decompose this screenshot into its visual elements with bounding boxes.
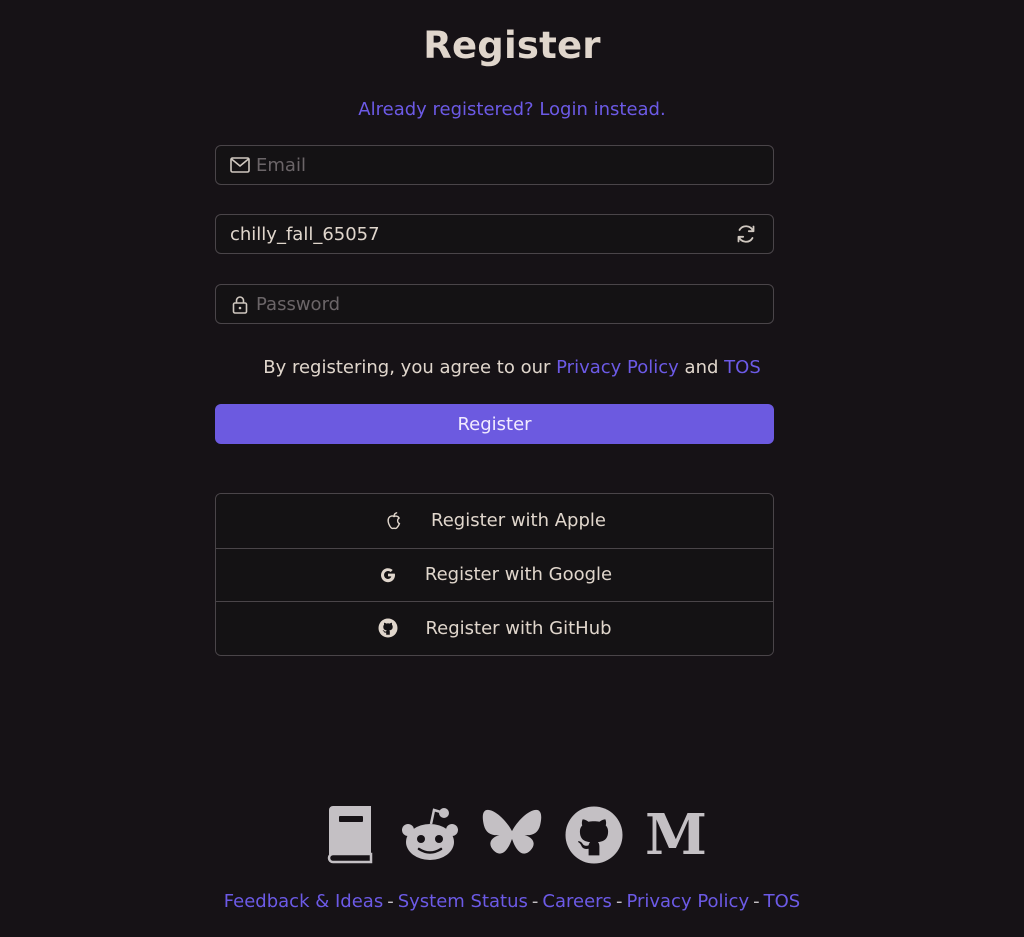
page-title: Register bbox=[423, 24, 601, 67]
github-icon bbox=[377, 617, 399, 639]
password-input[interactable] bbox=[256, 285, 759, 323]
register-button[interactable]: Register bbox=[215, 404, 774, 444]
footer-separator: - bbox=[531, 891, 539, 912]
footer-privacy-link[interactable]: Privacy Policy bbox=[626, 891, 749, 912]
register-page: Register Already registered? Login inste… bbox=[0, 0, 1024, 937]
terms-notice: By registering, you agree to our Privacy… bbox=[0, 357, 1024, 378]
terms-and: and bbox=[684, 357, 719, 378]
footer-separator: - bbox=[753, 891, 760, 912]
register-with-apple-button[interactable]: Register with Apple bbox=[216, 494, 773, 548]
footer-feedback-link[interactable]: Feedback & Ideas bbox=[224, 891, 383, 912]
reddit-icon[interactable] bbox=[400, 805, 460, 865]
bluesky-icon[interactable] bbox=[482, 805, 542, 865]
terms-prefix: By registering, you agree to our bbox=[263, 357, 551, 378]
footer-separator: - bbox=[387, 891, 394, 912]
book-icon[interactable] bbox=[318, 805, 378, 865]
username-field[interactable] bbox=[215, 214, 774, 254]
login-instead-link[interactable]: Already registered? Login instead. bbox=[0, 99, 1024, 120]
privacy-policy-link[interactable]: Privacy Policy bbox=[556, 357, 679, 378]
email-input[interactable] bbox=[256, 146, 759, 184]
password-field[interactable] bbox=[215, 284, 774, 324]
medium-glyph: M bbox=[645, 802, 707, 868]
apple-button-label: Register with Apple bbox=[431, 510, 606, 532]
refresh-icon[interactable] bbox=[733, 221, 759, 247]
apple-icon bbox=[383, 510, 405, 532]
github-button-label: Register with GitHub bbox=[425, 617, 612, 639]
github-icon[interactable] bbox=[564, 805, 624, 865]
google-icon bbox=[377, 564, 399, 586]
username-input[interactable] bbox=[230, 215, 733, 253]
footer-links: Feedback & Ideas - System Status - Careers - P… bbox=[0, 891, 1024, 912]
social-links: M bbox=[0, 805, 1024, 865]
register-with-github-button[interactable]: Register with GitHub bbox=[216, 601, 773, 655]
mail-icon bbox=[230, 155, 250, 175]
oauth-options: Register with Apple Register with Google… bbox=[215, 493, 774, 656]
footer-careers-link[interactable]: Careers bbox=[542, 891, 612, 912]
footer-separator: - bbox=[615, 891, 623, 912]
register-with-google-button[interactable]: Register with Google bbox=[216, 547, 773, 601]
lock-icon bbox=[230, 294, 250, 314]
medium-icon[interactable]: M bbox=[645, 802, 707, 868]
google-button-label: Register with Google bbox=[424, 564, 613, 586]
tos-link[interactable]: TOS bbox=[724, 357, 761, 378]
footer-tos-link[interactable]: TOS bbox=[764, 891, 801, 912]
footer-status-link[interactable]: System Status bbox=[398, 891, 528, 912]
email-field[interactable] bbox=[215, 145, 774, 185]
